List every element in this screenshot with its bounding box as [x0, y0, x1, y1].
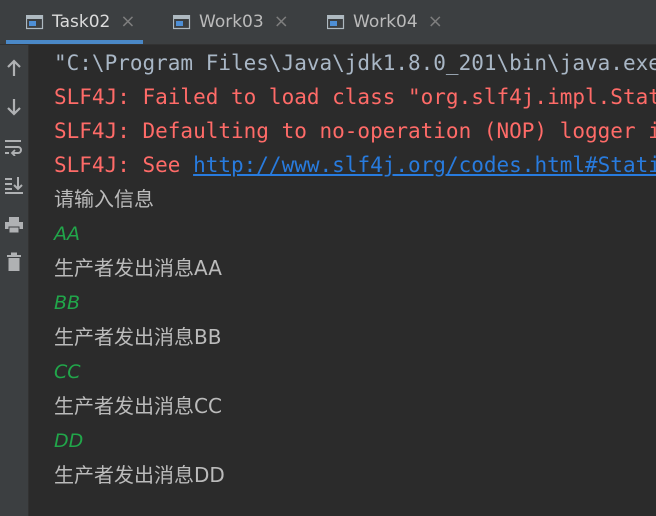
error-line: SLF4J: Defaulting to no-operation (NOP) …: [54, 119, 656, 143]
prompt-line: 请输入信息: [54, 187, 154, 211]
output-line: 生产者发出消息CC: [54, 394, 222, 418]
console-output[interactable]: "C:\Program Files\Java\jdk1.8.0_201\bin\…: [29, 45, 656, 516]
tab-work03[interactable]: Work03 ×: [173, 0, 289, 44]
tab-task02[interactable]: Task02 ×: [5, 0, 144, 44]
close-icon[interactable]: ×: [428, 13, 443, 31]
arrow-down-icon[interactable]: [2, 95, 26, 119]
user-input-line: DD: [54, 430, 84, 452]
arrow-up-icon[interactable]: [2, 56, 26, 80]
run-config-icon: [327, 14, 345, 30]
user-input-line: AA: [54, 223, 80, 245]
user-input-line: BB: [54, 292, 81, 314]
print-icon[interactable]: [2, 213, 26, 237]
run-tab-bar: Task02 × Work03 × Work04 ×: [0, 0, 656, 45]
output-line: 生产者发出消息DD: [54, 463, 225, 487]
tab-label: Work04: [353, 12, 418, 32]
run-config-icon: [173, 14, 191, 30]
run-config-icon: [26, 14, 44, 30]
slf4j-link[interactable]: http://www.slf4j.org/codes.html#StaticLo…: [193, 153, 656, 177]
error-line-with-link: SLF4J: See http://www.slf4j.org/codes.ht…: [54, 150, 656, 180]
trash-icon[interactable]: [2, 250, 26, 274]
tab-label: Work03: [199, 12, 264, 32]
error-prefix: SLF4J: See: [54, 153, 194, 177]
tab-work04[interactable]: Work04 ×: [327, 0, 443, 44]
tab-label: Task02: [52, 12, 111, 32]
output-line: 生产者发出消息AA: [54, 256, 222, 280]
console-toolbar: [0, 45, 29, 516]
scroll-to-end-icon[interactable]: [2, 173, 26, 197]
user-input-line: CC: [54, 361, 81, 383]
close-icon[interactable]: ×: [120, 13, 135, 31]
close-icon[interactable]: ×: [274, 13, 289, 31]
output-line: 生产者发出消息BB: [54, 325, 222, 349]
error-line: SLF4J: Failed to load class "org.slf4j.i…: [54, 85, 656, 109]
soft-wrap-icon[interactable]: [2, 135, 26, 159]
command-line: "C:\Program Files\Java\jdk1.8.0_201\bin\…: [54, 51, 656, 75]
